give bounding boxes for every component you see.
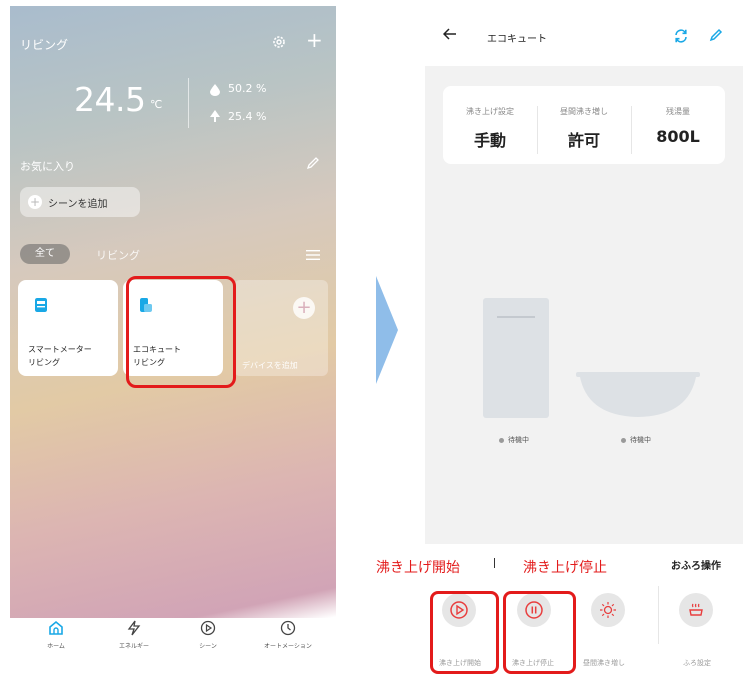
boil-setting: 沸き上げ設定 手動 [443,98,537,151]
info-label: 昼間沸き増し [560,107,608,116]
add-device-label: デバイスを追加 [242,361,298,370]
annotation-stop-label: 沸き上げ停止 [523,560,607,576]
clock-icon [280,620,296,636]
add-device-card[interactable]: + デバイスを追加 [234,280,328,376]
smart-meter-icon [35,298,47,312]
edit-pencil-icon[interactable] [709,28,723,42]
nav-energy[interactable]: エネルギー [104,620,164,650]
water-drop-icon [210,84,220,96]
status-dot [499,437,504,443]
temperature-value: 24.5 [74,80,146,119]
page-title: エコキュート [487,34,547,45]
nav-scene[interactable]: シーン [178,620,238,650]
info-label: 残湯量 [666,107,690,116]
annotation-tick [494,558,495,568]
tab-living[interactable]: リビング [96,247,140,263]
bathtub-illustration [576,372,700,417]
divider [658,586,659,644]
add-scene-button[interactable]: + シーンを追加 [20,187,140,217]
nav-label: シーン [199,643,217,650]
daytime-boost: 昼間沸き増し 許可 [537,98,631,151]
highlight-box [126,276,236,388]
tub-status: 待機中 [621,435,651,445]
tank-detail [497,316,535,318]
menu-icon[interactable] [306,249,320,261]
nav-automation[interactable]: オートメーション [258,620,318,650]
control-label: 昼間沸き増し [583,659,625,667]
status-card: 沸き上げ設定 手動 昼間沸き増し 許可 残湯量 800L [443,86,725,164]
home-screen: リビング + 24.5 ℃ 50.2 % 25.4 % お気に入り + シーンを… [10,6,336,676]
bath-ops-title: おふろ操作 [671,561,721,572]
highlight-box [430,591,499,674]
lightning-icon [127,620,141,636]
add-scene-label: シーンを追加 [48,199,108,210]
remaining-water: 残湯量 800L [631,98,725,146]
favorites-label: お気に入り [20,160,75,173]
info-value: 800L [656,127,700,146]
highlight-box [503,591,576,674]
humidity-value: 50.2 % [228,82,267,95]
info-label: 沸き上げ設定 [466,107,514,116]
device-card-smart-meter[interactable]: スマートメーター リビング [18,280,118,376]
back-arrow-icon[interactable] [443,28,457,40]
refresh-icon[interactable] [673,28,689,44]
room-title: リビング [20,38,69,52]
temperature-unit: ℃ [150,98,163,111]
info-value: 手動 [473,131,506,150]
info-value: 許可 [567,131,600,150]
tree-icon [210,110,220,122]
daytime-boost-button[interactable] [591,593,625,627]
plus-circle-icon: + [293,297,315,319]
secondary-value: 25.4 % [228,110,267,123]
edit-pencil-icon[interactable] [306,156,320,170]
transition-arrow [376,276,398,384]
add-icon[interactable]: + [306,30,323,50]
bath-settings-button[interactable] [679,593,713,627]
tab-all[interactable]: 全て [20,244,70,264]
device-room: リビング [28,358,60,367]
annotation-start-label: 沸き上げ開始 [376,560,460,576]
control-label: ふろ設定 [683,659,711,667]
tub-status-text: 待機中 [630,436,651,444]
nav-label: オートメーション [264,643,312,650]
nav-home[interactable]: ホーム [26,620,86,650]
bath-icon [689,603,703,616]
header-bar [425,6,743,66]
nav-label: ホーム [47,643,65,650]
nav-label: エネルギー [118,643,149,650]
status-dot [621,437,626,443]
device-name: スマートメーター [28,345,92,354]
play-circle-icon [200,620,216,636]
gear-icon[interactable] [271,34,287,50]
divider [188,78,189,128]
sun-icon [600,602,616,618]
tank-status: 待機中 [499,435,529,445]
tank-status-text: 待機中 [508,436,529,444]
plus-circle-icon: + [28,195,42,209]
home-icon [49,620,63,635]
